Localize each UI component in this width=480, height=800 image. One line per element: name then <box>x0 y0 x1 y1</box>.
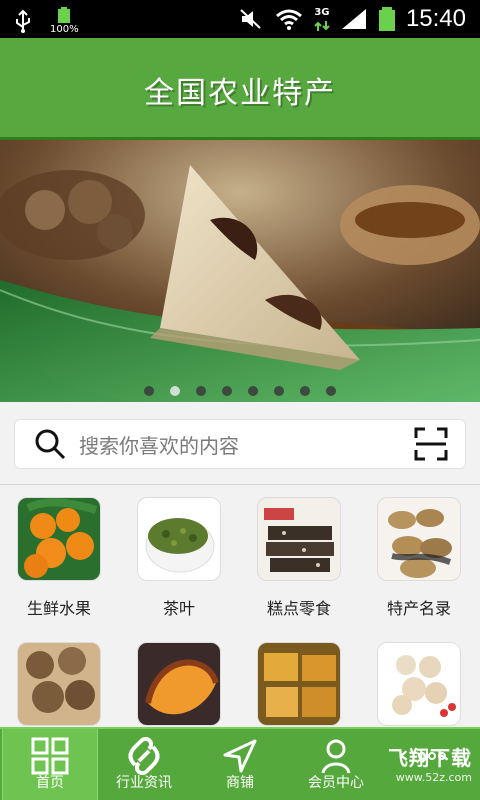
carousel-dot-1[interactable] <box>144 386 154 396</box>
network-indicator: 3G <box>314 7 330 32</box>
search-bar[interactable]: 搜索你喜欢的内容 <box>14 419 466 469</box>
signal-icon <box>341 9 366 29</box>
tab-industry-news[interactable]: 行业资讯 <box>96 729 192 800</box>
tab-label: 首页 <box>36 775 64 791</box>
category-label: 生鲜水果 <box>26 599 91 618</box>
search-placeholder: 搜索你喜欢的内容 <box>79 433 239 458</box>
wifi-icon <box>275 9 302 30</box>
sweet-potato-icon <box>137 642 221 726</box>
data-arrows-icon <box>314 20 330 31</box>
category-label: 茶叶 <box>162 599 195 618</box>
battery-icon <box>378 7 395 31</box>
status-bar: 100% 3G 15:40 <box>0 0 480 38</box>
category-pastry-snacks[interactable]: 糕点零食 <box>244 497 354 618</box>
app-header: 全国农业特产 <box>0 38 480 140</box>
category-label: 糕点零食 <box>266 599 331 618</box>
category-fresh-fruit[interactable]: 生鲜水果 <box>4 497 114 618</box>
carousel-dot-7[interactable] <box>300 386 310 396</box>
carousel-dot-8[interactable] <box>326 386 336 396</box>
carousel-dot-3[interactable] <box>196 386 206 396</box>
tab-member-center[interactable]: 会员中心 <box>288 729 384 800</box>
watermark-title: 飞翔下载 <box>388 746 472 770</box>
status-left: 100% <box>12 6 79 35</box>
mute-icon <box>240 9 261 29</box>
scan-icon[interactable] <box>413 426 449 462</box>
watermark: 飞翔下载 www.52z.com <box>388 742 472 784</box>
battery-small-text: 100% <box>50 24 79 35</box>
carousel-dot-5[interactable] <box>248 386 258 396</box>
carousel-dot-2[interactable] <box>170 386 180 396</box>
category-label: 特产名录 <box>386 599 451 618</box>
battery-small-icon <box>58 7 71 23</box>
fruit-oranges-icon <box>17 497 101 581</box>
banner-image <box>0 140 480 402</box>
dried-fruit-icon <box>17 642 101 726</box>
tea-icon <box>137 497 221 581</box>
section-divider <box>0 484 480 485</box>
network-type: 3G <box>314 6 330 18</box>
usb-icon <box>16 9 30 33</box>
banner-carousel[interactable] <box>0 140 480 402</box>
navigation-icon <box>223 739 257 773</box>
dried-goods-icon <box>257 642 341 726</box>
tab-home[interactable]: 首页 <box>2 729 98 800</box>
carousel-dot-4[interactable] <box>222 386 232 396</box>
clock: 15:40 <box>405 5 466 32</box>
search-icon <box>35 429 66 460</box>
status-right: 3G 15:40 <box>238 4 466 34</box>
carousel-indicators <box>0 386 480 396</box>
link-icon <box>128 737 160 775</box>
category-specialty-directory[interactable]: 特产名录 <box>364 497 474 618</box>
tab-label: 会员中心 <box>308 775 364 791</box>
tab-label: 行业资讯 <box>116 775 172 791</box>
battery-indicator-small: 100% <box>50 6 79 35</box>
tab-shops[interactable]: 商铺 <box>192 729 288 800</box>
page-title: 全国农业特产 <box>144 76 336 111</box>
peanuts-specialty-icon <box>377 497 461 581</box>
grid-icon <box>31 737 69 775</box>
lotus-seeds-icon <box>377 642 461 726</box>
tab-label: 商铺 <box>226 775 254 791</box>
category-tea[interactable]: 茶叶 <box>124 497 234 618</box>
carousel-dot-6[interactable] <box>274 386 284 396</box>
watermark-url: www.52z.com <box>395 771 472 784</box>
category-grid: 生鲜水果 茶叶 糕点零食 特产名录 <box>0 497 480 737</box>
user-icon <box>321 739 351 774</box>
pastry-snacks-icon <box>257 497 341 581</box>
